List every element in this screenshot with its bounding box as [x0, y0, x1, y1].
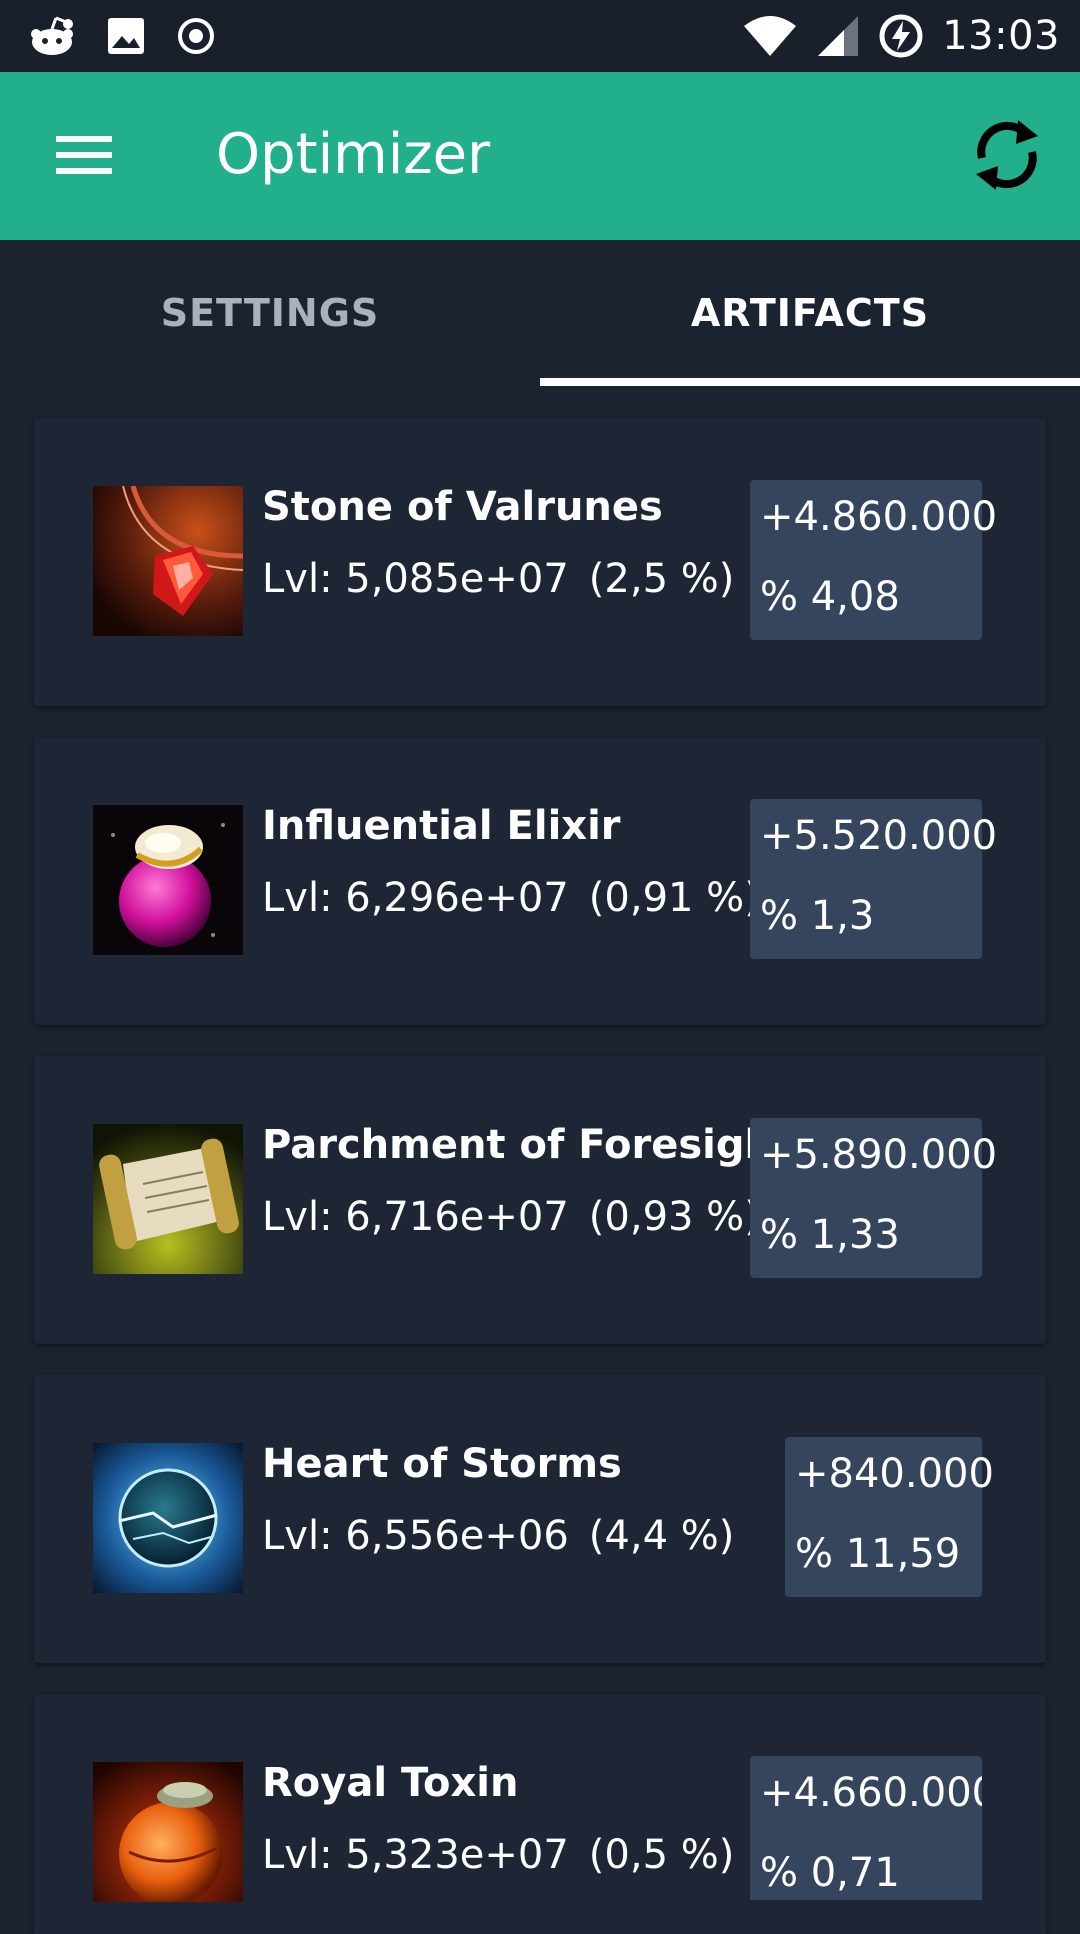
royal-toxin-icon: [93, 1762, 243, 1902]
tab-indicator: [540, 378, 1080, 386]
refresh-button[interactable]: [962, 110, 1052, 200]
level-percent: (0,5 %): [588, 1832, 735, 1878]
reddit-icon: [31, 16, 73, 55]
artifact-card[interactable]: Influential Elixir Lvl: 6,296e+07 (0,91 %…: [34, 737, 1046, 1025]
refresh-icon: [976, 120, 1038, 190]
clock: 13:03: [942, 13, 1060, 59]
status-bar-left-icons: [28, 12, 216, 60]
artifact-level: Lvl: 6,296e+07 (0,91 %): [262, 875, 760, 921]
upgrade-gain: +840.000: [795, 1451, 994, 1497]
upgrade-badge: +4.660.000 % 0,71: [750, 1756, 982, 1900]
cell-signal-icon: [818, 16, 859, 56]
heart-of-storms-icon: [93, 1443, 243, 1593]
upgrade-efficiency: % 11,59: [795, 1531, 961, 1577]
artifact-name: Heart of Storms: [262, 1441, 622, 1487]
level-percent: (4,4 %): [588, 1513, 735, 1559]
artifact-card[interactable]: Parchment of Foresight Lvl: 6,716e+07 (0,…: [34, 1056, 1046, 1344]
image-icon: [108, 18, 144, 54]
artifact-name: Stone of Valrunes: [262, 484, 663, 530]
level-percent: (0,93 %): [588, 1194, 760, 1240]
artifact-level: Lvl: 5,085e+07 (2,5 %): [262, 556, 734, 602]
tab-bar: SETTINGS ARTIFACTS: [0, 240, 1080, 386]
level-value: Lvl: 5,323e+07: [262, 1832, 569, 1878]
wifi-icon: [744, 16, 797, 56]
upgrade-efficiency: % 4,08: [760, 574, 900, 620]
upgrade-gain: +4.660.000: [760, 1770, 982, 1816]
level-value: Lvl: 5,085e+07: [262, 556, 569, 602]
upgrade-efficiency: % 0,71: [760, 1850, 900, 1896]
level-percent: (2,5 %): [588, 556, 735, 602]
battery-charging-icon: [879, 14, 923, 58]
upgrade-badge: +5.520.000 % 1,3: [750, 799, 998, 959]
app-bar: Optimizer: [0, 72, 1080, 240]
page-title: Optimizer: [216, 122, 491, 187]
artifact-card[interactable]: Stone of Valrunes Lvl: 5,085e+07 (2,5 %) …: [34, 418, 1046, 706]
level-percent: (0,91 %): [588, 875, 760, 921]
level-value: Lvl: 6,556e+06: [262, 1513, 569, 1559]
artifact-level: Lvl: 6,556e+06 (4,4 %): [262, 1513, 734, 1559]
influential-elixir-icon: [93, 805, 243, 955]
tab-settings[interactable]: SETTINGS: [0, 240, 540, 386]
level-value: Lvl: 6,296e+07: [262, 875, 569, 921]
status-bar-right: 13:03: [742, 0, 1060, 72]
artifact-name: Influential Elixir: [262, 803, 621, 849]
level-value: Lvl: 6,716e+07: [262, 1194, 569, 1240]
stone-of-valrunes-icon: [93, 486, 243, 636]
artifact-card[interactable]: Heart of Storms Lvl: 6,556e+06 (4,4 %) +8…: [34, 1375, 1046, 1663]
artifact-card[interactable]: Royal Toxin Lvl: 5,323e+07 (0,5 %) +4.660…: [34, 1694, 1046, 1934]
artifact-level: Lvl: 6,716e+07 (0,93 %): [262, 1194, 760, 1240]
upgrade-badge: +4.860.000 % 4,08: [750, 480, 998, 640]
upgrade-gain: +5.890.000: [760, 1132, 998, 1178]
upgrade-gain: +4.860.000: [760, 494, 998, 540]
upgrade-efficiency: % 1,33: [760, 1212, 900, 1258]
tab-artifacts[interactable]: ARTIFACTS: [540, 240, 1080, 386]
parchment-of-foresight-icon: [93, 1124, 243, 1274]
upgrade-badge: +5.890.000 % 1,33: [750, 1118, 998, 1278]
menu-button[interactable]: [42, 124, 122, 188]
upgrade-badge: +840.000 % 11,59: [785, 1437, 994, 1597]
artifact-name: Royal Toxin: [262, 1760, 519, 1806]
status-bar: 13:03: [0, 0, 1080, 72]
artifact-level: Lvl: 5,323e+07 (0,5 %): [262, 1832, 734, 1878]
upgrade-gain: +5.520.000: [760, 813, 998, 859]
artifact-name: Parchment of Foresight: [262, 1122, 793, 1168]
upgrade-efficiency: % 1,3: [760, 893, 875, 939]
record-icon: [178, 18, 214, 54]
